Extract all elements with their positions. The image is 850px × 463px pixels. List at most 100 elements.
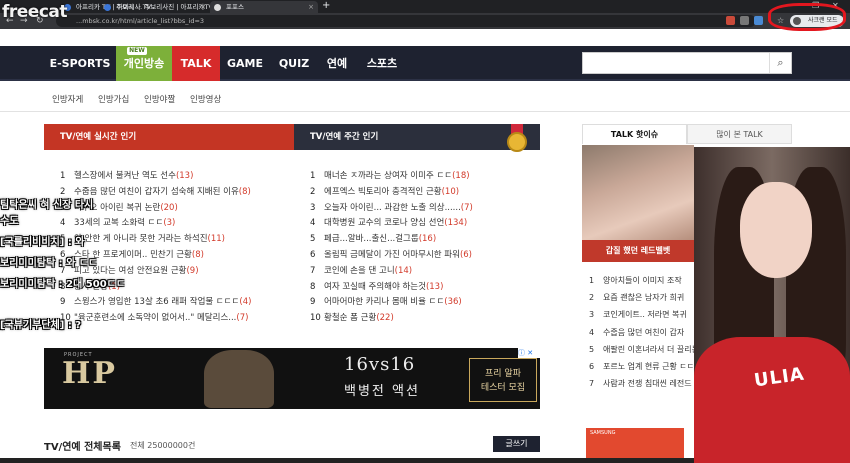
tab-title: 주보리 ... 주보리사진 | 아프리카TV bbox=[116, 3, 210, 11]
rank-item[interactable]: 5 페급...알바...출신...걸그룹(16) bbox=[310, 232, 436, 244]
search-icon[interactable]: ⌕ bbox=[769, 53, 791, 73]
rank-title: 코인게이트.. 저라면 복귀 bbox=[603, 310, 687, 320]
tab-talk-hot-issue[interactable]: TALK 핫이슈 bbox=[582, 124, 687, 144]
rank-number: 6 bbox=[589, 362, 595, 371]
hot-issue-thumbnail[interactable] bbox=[582, 145, 694, 240]
nav-quiz[interactable]: QUIZ bbox=[272, 46, 316, 81]
rank-number: 3 bbox=[310, 202, 316, 213]
nav-sports[interactable]: 스포츠 bbox=[358, 46, 406, 81]
rank-item[interactable]: 9 어마어마한 카리나 몸매 비율 ㄷㄷ(36) bbox=[310, 295, 462, 307]
nav-game[interactable]: GAME bbox=[222, 46, 268, 81]
rank-number: 1 bbox=[589, 276, 595, 285]
rank-item[interactable]: 1 헬스장에서 불켜난 역도 선수(13) bbox=[60, 169, 193, 181]
rank-number: 2 bbox=[589, 293, 595, 303]
comment-count: (7) bbox=[460, 202, 473, 213]
comment-count: (36) bbox=[444, 297, 462, 308]
rank-item[interactable]: 7 코인에 손을 댄 고니(14) bbox=[310, 264, 412, 276]
subnav-item[interactable]: 인방영상 bbox=[190, 93, 221, 105]
rank-title: 33세의 교복 소화력 ㄷㄷ bbox=[74, 218, 164, 229]
url-input[interactable]: ...mbsk.co.kr/html/article_list?bbs_id=3 bbox=[56, 15, 756, 27]
ad-subheadline: 백병전 액션 bbox=[344, 384, 420, 399]
rank-number: 9 bbox=[60, 297, 66, 308]
rank-title: 수줍음 많던 여친이 갑자기 섬숙해 지배된 이유 bbox=[74, 186, 239, 197]
comment-count: (22) bbox=[376, 313, 394, 324]
rank-title: 대학병원 교수의 코로나 양심 선언 bbox=[324, 218, 445, 229]
comment-count: (8) bbox=[238, 186, 251, 197]
rank-number: 5 bbox=[589, 344, 595, 354]
tab-close-icon[interactable]: × bbox=[200, 1, 206, 13]
game-ad-banner[interactable]: PROJECT HP 16vs16 백병전 액션 프리 알파 테스터 모집 bbox=[44, 348, 540, 409]
rank-item[interactable]: 1 양아치들이 이미지 조작 bbox=[589, 275, 682, 286]
browser-tab[interactable]: 주보리 ... 주보리사진 | 아프리카TV × bbox=[100, 1, 210, 13]
extension-icon[interactable] bbox=[754, 16, 763, 25]
rank-item[interactable]: 1 매너손 ㅈ까라는 상여자 이미주 ㄷㄷ(18) bbox=[310, 169, 470, 181]
chat-message: 팀탁은씨 혀 신장 타시 bbox=[0, 200, 94, 211]
ad-brand: SAMSUNG bbox=[590, 430, 616, 436]
rank-item[interactable]: 9 스윙스가 영입한 13살 초6 래퍼 작업물 ㄷㄷㄷ(4) bbox=[60, 295, 251, 307]
rank-number: 8 bbox=[310, 281, 316, 292]
rank-number: 4 bbox=[310, 218, 316, 229]
ad-knight-image bbox=[204, 350, 274, 408]
site-search-input[interactable]: ⌕ bbox=[582, 52, 792, 74]
nav-entertainment[interactable]: 연예 bbox=[318, 46, 356, 81]
rank-number: 10 bbox=[310, 313, 321, 324]
comment-count: (13) bbox=[425, 281, 444, 292]
browser-tab-active[interactable]: 포포스 × bbox=[210, 1, 318, 13]
subnav-item[interactable]: 인방자게 bbox=[52, 93, 83, 105]
rank-number: 1 bbox=[60, 171, 66, 181]
rank-item[interactable]: 10 황철순 폼 근황(22) bbox=[310, 311, 394, 323]
rank-item[interactable]: 4 수줍음 많던 여친이 갑자 bbox=[589, 327, 684, 338]
rank-number: 3 bbox=[589, 310, 595, 320]
rank-item[interactable]: 7 사람과 전쟁 침대씬 레전드 bbox=[589, 378, 692, 389]
extension-icon[interactable] bbox=[740, 16, 749, 25]
tab-most-viewed-talk[interactable]: 많이 본 TALK bbox=[687, 124, 792, 144]
rank-title: 헬스장에서 불켜난 역도 선수 bbox=[74, 171, 176, 181]
medal-icon bbox=[505, 124, 529, 156]
subnav-item[interactable]: 인방야짤 bbox=[144, 93, 175, 105]
rank-item[interactable]: 3 코인게이트.. 저라면 복귀 bbox=[589, 309, 687, 320]
rank-item[interactable]: 8 여자 꼬실때 주의해야 하는것(13) bbox=[310, 280, 443, 292]
hot-issue-caption[interactable]: 갑질 했던 레드벨벳 bbox=[582, 240, 694, 262]
realtime-popular-header: TV/연예 실시간 인기 bbox=[44, 124, 294, 150]
rank-title: 에프엑스 빅토리아 충격적인 근황 bbox=[324, 186, 442, 197]
rank-title: 코인에 손을 댄 고니 bbox=[324, 265, 395, 276]
rank-item[interactable]: 2 요즘 괜찮은 남자가 희귀 bbox=[589, 292, 684, 303]
extension-icon[interactable] bbox=[726, 16, 735, 25]
rank-number: 5 bbox=[310, 234, 316, 245]
rank-title: 매너손 ㅈ까라는 상여자 이미주 ㄷㄷ bbox=[324, 171, 453, 181]
rank-title: 여자 꼬실때 주의해야 하는것 bbox=[324, 281, 426, 292]
rank-title: 어마어마한 카리나 몸매 비율 ㄷㄷ bbox=[324, 297, 445, 308]
rank-title: 올림픽 금메달이 가진 어마무시한 파워 bbox=[324, 250, 460, 260]
rank-item[interactable]: 6 올림픽 금메달이 가진 어마무시한 파워(6) bbox=[310, 248, 472, 260]
ad-cta-box[interactable]: 프리 알파 테스터 모집 bbox=[469, 358, 537, 402]
new-tab-button[interactable]: + bbox=[322, 0, 330, 12]
tab-title: 포포스 bbox=[226, 3, 244, 11]
write-button[interactable]: 글쓰기 bbox=[493, 436, 540, 452]
rank-item[interactable]: 4 33세의 교복 소화력 ㄷㄷ(3) bbox=[60, 216, 175, 228]
streamer-shirt bbox=[694, 337, 850, 463]
nav-talk[interactable]: TALK bbox=[172, 46, 220, 81]
rank-item[interactable]: 6 포르노 업계 현류 근황 ㄷㄷ bbox=[589, 361, 694, 372]
tab-close-icon[interactable]: × bbox=[308, 1, 314, 13]
rank-title: 페급...알바...출신...걸그룹 bbox=[324, 234, 419, 245]
rank-title: 황철순 폼 근황 bbox=[324, 313, 377, 324]
subnav-item[interactable]: 인방가십 bbox=[98, 93, 129, 105]
comment-count: (9) bbox=[186, 265, 199, 276]
streamer-webcam: ULIA bbox=[694, 147, 850, 463]
comment-count: (20) bbox=[160, 202, 178, 213]
rank-item[interactable]: 4 대학병원 교수의 코로나 양심 선언(134) bbox=[310, 216, 467, 228]
overlay-logo: freecat bbox=[2, 2, 68, 22]
chat-message: [국룰리비비치] : 와 bbox=[0, 237, 85, 248]
rank-item[interactable]: 3 오늘자 아이린... 과감한 노출 의상......(7) bbox=[310, 201, 473, 213]
comment-count: (10) bbox=[441, 186, 460, 197]
rank-item[interactable]: 2 수줍음 많던 여친이 갑자기 섬숙해 지배된 이유(8) bbox=[60, 185, 251, 197]
comment-count: (4) bbox=[239, 297, 252, 308]
rank-item[interactable]: 2 에프엑스 빅토리아 충격적인 근황(10) bbox=[310, 185, 459, 197]
nav-esports[interactable]: E-SPORTS bbox=[44, 46, 116, 81]
rank-item[interactable]: 10 "육군훈련소에 소독약이 없어서.." 메달리스...(7) bbox=[60, 311, 248, 323]
ad-close-icon[interactable]: ⓘ ✕ bbox=[518, 348, 540, 358]
rank-title: 스윙스가 영입한 13살 초6 래퍼 작업물 ㄷㄷㄷ bbox=[74, 297, 240, 308]
rank-number: 2 bbox=[310, 186, 316, 197]
annotation-circle bbox=[768, 3, 846, 31]
rank-title: 요즘 괜찮은 남자가 희귀 bbox=[603, 293, 685, 303]
